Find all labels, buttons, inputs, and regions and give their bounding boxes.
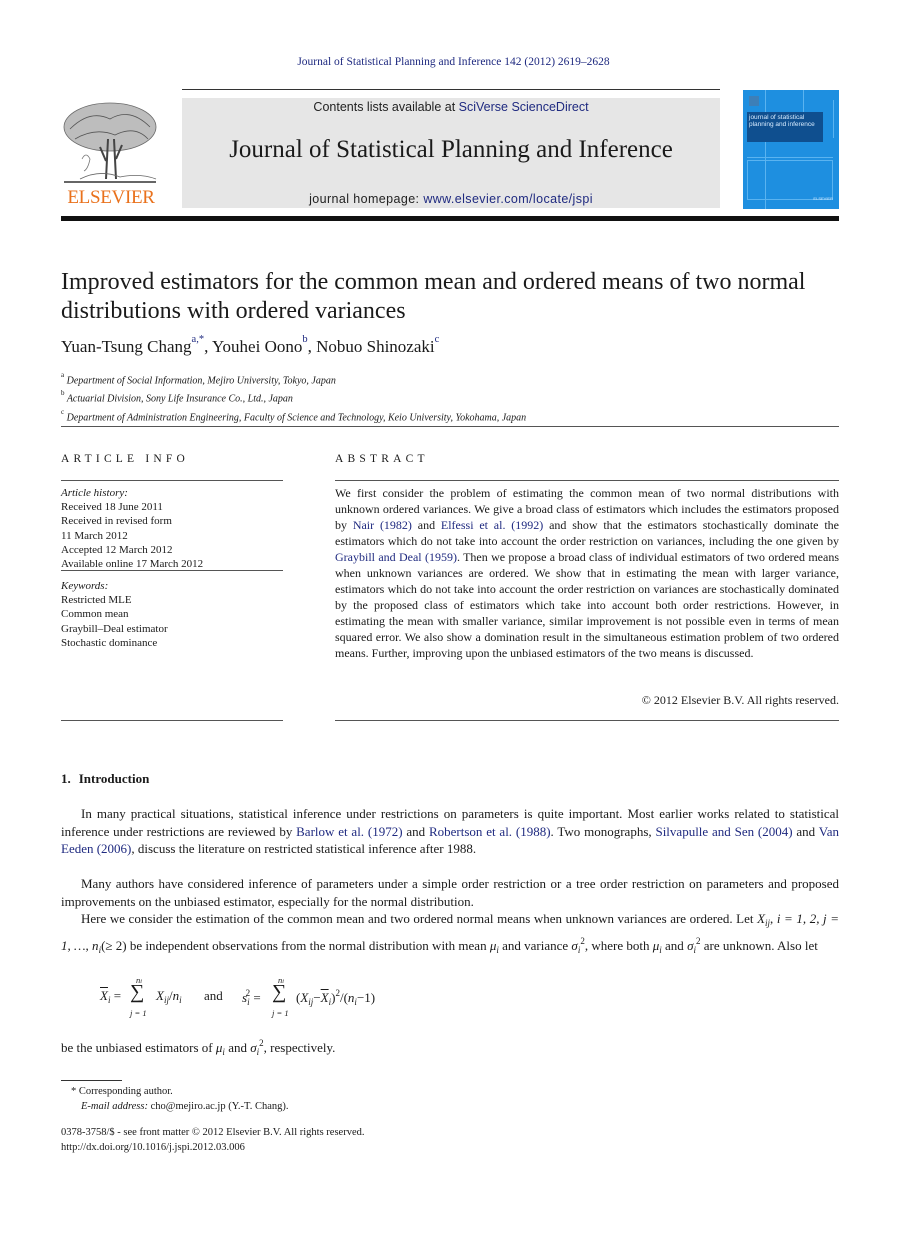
elsevier-wordmark: ELSEVIER [67,187,155,208]
paragraph: Here we consider the estimation of the c… [61,911,840,955]
article-info-heading: ARTICLE INFO [61,453,189,465]
affiliation-item: c Department of Administration Engineeri… [61,407,527,423]
elsevier-tree-icon [63,102,157,183]
journal-cover-thumbnail[interactable]: journal of statistical planning and infe… [743,90,839,209]
history-item: Accepted 12 March 2012 [61,543,173,556]
article-history-label: Article history: [61,487,128,499]
cover-elsevier-mark-icon [749,96,759,106]
divider [335,480,839,481]
masthead-top-rule [182,89,720,90]
paragraph: Many authors have considered inference o… [61,876,839,909]
abstract-heading: ABSTRACT [335,453,429,465]
cover-title: journal of statistical planning and infe… [749,114,815,128]
journal-homepage-link[interactable]: www.elsevier.com/locate/jspi [423,192,593,206]
affiliation-item: b Actuarial Division, Sony Life Insuranc… [61,389,293,405]
author-affiliation-mark[interactable]: c [435,334,440,345]
author-affiliation-mark[interactable]: b [302,334,307,345]
contents-line: Contents lists available at SciVerse Sci… [182,100,720,114]
keyword-item: Restricted MLE [61,594,132,607]
reference-link[interactable]: Barlow et al. (1972) [296,824,402,839]
reference-link[interactable]: Graybill and Deal (1959) [335,550,457,564]
journal-masthead: Contents lists available at SciVerse Sci… [182,98,720,208]
equation-and: and [204,988,223,1003]
keywords: Keywords: Restricted MLE Common mean Gra… [61,579,283,650]
keyword-item: Common mean [61,608,129,621]
history-item: Received in revised form [61,515,172,528]
keyword-item: Stochastic dominance [61,636,158,649]
author-affiliation-mark[interactable]: a,* [192,334,205,345]
footnotes: * Corresponding author. E-mail address: … [61,1084,561,1114]
reference-link[interactable]: Nair (1982) [353,518,412,532]
equation-lhs-mean: Xi = [100,988,122,1005]
footnote-divider [61,1080,122,1081]
reference-link[interactable]: Silvapulle and Sen (2004) [655,824,792,839]
equation-lhs-variance: si2 = [242,988,261,1007]
issn-copyright: 0378-3758/$ - see front matter © 2012 El… [61,1127,365,1138]
corresponding-author-note: * Corresponding author. [71,1086,173,1097]
author-name[interactable]: Youhei Oono [212,337,302,356]
elsevier-logo: ELSEVIER [60,99,162,209]
reference-link[interactable]: Elfessi et al. (1992) [441,518,543,532]
journal-title: Journal of Statistical Planning and Infe… [229,136,673,163]
author-name[interactable]: Yuan-Tsung Chang [61,337,192,356]
masthead-bottom-rule [61,216,839,221]
affiliation-item: a Department of Social Information, Meji… [61,371,336,387]
summation-sign: ∑ [130,981,145,1003]
doi-link[interactable]: http://dx.doi.org/10.1016/j.jspi.2012.03… [61,1141,561,1156]
front-matter: 0378-3758/$ - see front matter © 2012 El… [61,1126,561,1155]
running-header-citation[interactable]: Journal of Statistical Planning and Infe… [0,56,907,68]
cover-publisher-mark: ELSEVIER [813,196,833,201]
email-link[interactable]: cho@mejiro.ac.jp (Y.-T. Chang). [151,1101,289,1112]
history-item: 11 March 2012 [61,529,128,542]
reference-link[interactable]: Robertson et al. (1988) [429,824,551,839]
email-note: E-mail address: cho@mejiro.ac.jp (Y.-T. … [81,1101,289,1112]
divider [61,570,283,571]
summation-sign: ∑ [272,981,287,1003]
contents-prefix: Contents lists available at [313,100,459,114]
keywords-label: Keywords: [61,580,109,592]
abstract-copyright: © 2012 Elsevier B.V. All rights reserved… [641,693,839,707]
sciencedirect-link[interactable]: SciVerse ScienceDirect [459,100,589,114]
paragraph: In many practical situations, statistica… [61,806,839,856]
section-heading-introduction: 1. Introduction [61,771,150,786]
keyword-item: Graybill–Deal estimator [61,622,168,635]
display-equation: Xi = ni ∑ j = 1 Xij/ni and si2 = ni ∑ j … [100,975,376,1018]
history-item: Received 18 June 2011 [61,501,163,514]
abstract-body: We first consider the problem of estimat… [335,486,839,660]
homepage-prefix: journal homepage: [309,192,424,206]
author-name[interactable]: Nobuo Shinozaki [316,337,435,356]
article-history: Article history: Received 18 June 2011 R… [61,486,283,571]
author-list: Yuan-Tsung Changa,*, Youhei Oonob, Nobuo… [61,334,440,356]
divider [61,720,283,721]
paragraph: be the unbiased estimators of μi and σi2… [61,1038,336,1057]
divider [61,426,839,427]
homepage-line: journal homepage: www.elsevier.com/locat… [182,192,720,206]
affiliations: a Department of Social Information, Meji… [61,370,841,425]
divider [335,720,839,721]
divider [61,480,283,481]
article-title: Improved estimators for the common mean … [61,269,806,324]
